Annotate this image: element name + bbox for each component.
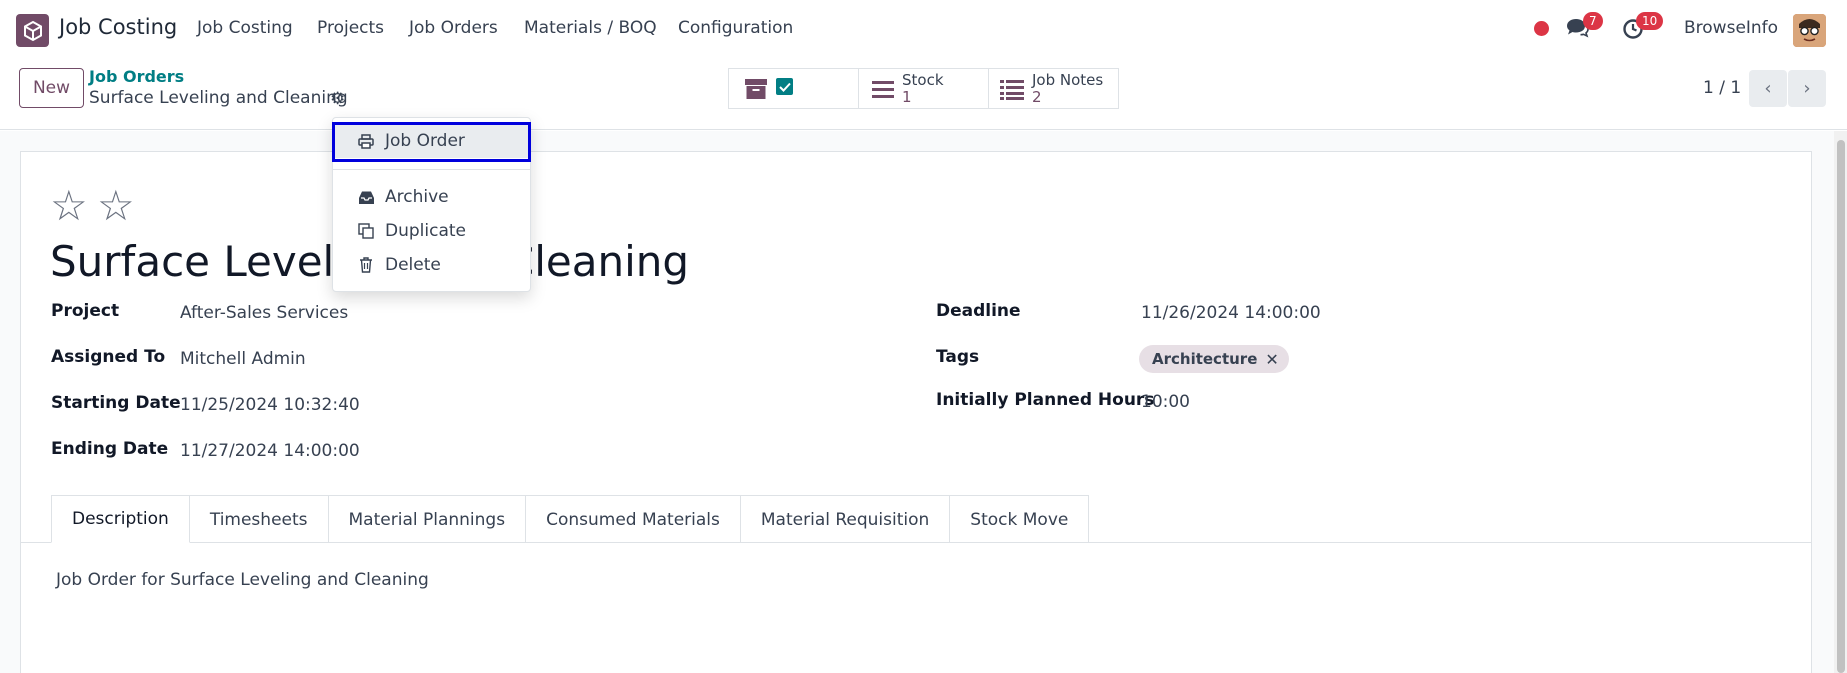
bullet-list-icon — [999, 78, 1025, 105]
field-label-ending-date: Ending Date — [51, 439, 169, 459]
menu-job-orders[interactable]: Job Orders — [409, 18, 498, 38]
field-label-project: Project — [51, 301, 120, 321]
smart-button-stock-label: Stock — [902, 71, 944, 89]
copy-icon — [357, 223, 375, 239]
priority-star-icon-2[interactable]: ☆ — [97, 185, 135, 227]
smart-button-stock[interactable]: Stock 1 — [858, 68, 989, 109]
priority-star-icon-1[interactable]: ☆ — [50, 185, 88, 227]
field-value-project[interactable]: After-Sales Services — [180, 303, 348, 323]
tab-stock-move[interactable]: Stock Move — [949, 495, 1090, 543]
field-value-assigned-to[interactable]: Mitchell Admin — [180, 349, 306, 369]
dropdown-divider — [333, 169, 530, 170]
menu-item-duplicate-label: Duplicate — [385, 221, 466, 241]
smart-button-job-notes[interactable]: Job Notes 2 — [988, 68, 1119, 109]
activities-badge: 10 — [1636, 12, 1664, 30]
top-navbar: Job Costing Job Costing Projects Job Ord… — [0, 0, 1847, 58]
menu-item-delete[interactable]: Delete — [333, 248, 530, 282]
pager-value[interactable]: 1 / 1 — [1703, 78, 1741, 98]
user-avatar[interactable] — [1793, 14, 1826, 47]
tab-material-plannings[interactable]: Material Plannings — [327, 495, 527, 543]
field-value-deadline[interactable]: 11/26/2024 14:00:00 — [1141, 303, 1321, 323]
app-logo-icon[interactable] — [16, 14, 49, 47]
menu-item-duplicate[interactable]: Duplicate — [333, 214, 530, 248]
messages-badge: 7 — [1583, 12, 1603, 30]
menu-materials-boq[interactable]: Materials / BOQ — [524, 18, 657, 38]
list-icon — [871, 78, 895, 105]
field-label-planned-hours: Initially Planned Hours — [936, 390, 1155, 410]
active-checkbox-icon[interactable] — [776, 78, 793, 95]
description-text[interactable]: Job Order for Surface Leveling and Clean… — [56, 570, 429, 590]
user-name[interactable]: BrowseInfo — [1684, 18, 1778, 38]
menu-item-archive[interactable]: Archive — [333, 180, 530, 214]
field-value-planned-hours[interactable]: 10:00 — [1141, 392, 1190, 412]
field-label-starting-date: Starting Date — [51, 393, 181, 413]
menu-item-delete-label: Delete — [385, 255, 441, 275]
menu-item-print-job-order-label: Job Order — [385, 131, 465, 151]
pager-previous-chevron-left-icon[interactable]: ‹ — [1749, 70, 1787, 107]
smart-button-job-notes-value: 2 — [1032, 88, 1042, 106]
printer-icon — [357, 133, 375, 149]
tab-description[interactable]: Description — [51, 495, 190, 543]
pager-next-chevron-right-icon[interactable]: › — [1788, 70, 1826, 107]
tab-timesheets[interactable]: Timesheets — [188, 495, 329, 543]
menu-job-costing[interactable]: Job Costing — [197, 18, 293, 38]
smart-button-stock-value: 1 — [902, 88, 912, 106]
status-dot-icon[interactable] — [1534, 21, 1549, 36]
tag-badge[interactable]: Architecture ✕ — [1139, 345, 1289, 373]
control-panel: New Job Orders Surface Leveling and Clea… — [0, 58, 1847, 130]
tabs-divider — [20, 542, 1812, 543]
field-label-deadline: Deadline — [936, 301, 1021, 321]
field-value-ending-date[interactable]: 11/27/2024 14:00:00 — [180, 441, 360, 461]
field-value-starting-date[interactable]: 11/25/2024 10:32:40 — [180, 395, 360, 415]
archive-box-icon — [744, 78, 768, 105]
gear-icon[interactable]: ⚙ — [330, 89, 345, 109]
scrollbar-thumb[interactable] — [1837, 140, 1845, 673]
field-label-tags: Tags — [936, 347, 980, 367]
notebook-tabs: Description Timesheets Material Planning… — [51, 495, 1090, 543]
gear-actions-dropdown: Job Order Archive Duplicate Delete — [332, 117, 531, 292]
breadcrumb-parent-link[interactable]: Job Orders — [89, 67, 184, 86]
new-button[interactable]: New — [19, 68, 84, 108]
menu-configuration[interactable]: Configuration — [678, 18, 793, 38]
menu-item-archive-label: Archive — [385, 187, 449, 207]
smart-button-job-notes-label: Job Notes — [1032, 71, 1104, 89]
tab-material-requisition[interactable]: Material Requisition — [739, 495, 951, 543]
app-name[interactable]: Job Costing — [59, 15, 177, 39]
menu-item-print-job-order[interactable]: Job Order — [333, 124, 530, 158]
menu-projects[interactable]: Projects — [317, 18, 384, 38]
tag-label: Architecture — [1152, 350, 1258, 368]
field-label-assigned-to: Assigned To — [51, 347, 166, 367]
tag-remove-close-icon[interactable]: ✕ — [1265, 350, 1278, 369]
smart-button-archive[interactable] — [728, 68, 859, 109]
breadcrumb-current: Surface Leveling and Cleaning — [89, 88, 348, 108]
tab-consumed-materials[interactable]: Consumed Materials — [525, 495, 741, 543]
trash-icon — [357, 257, 375, 273]
inbox-archive-icon — [357, 190, 375, 205]
